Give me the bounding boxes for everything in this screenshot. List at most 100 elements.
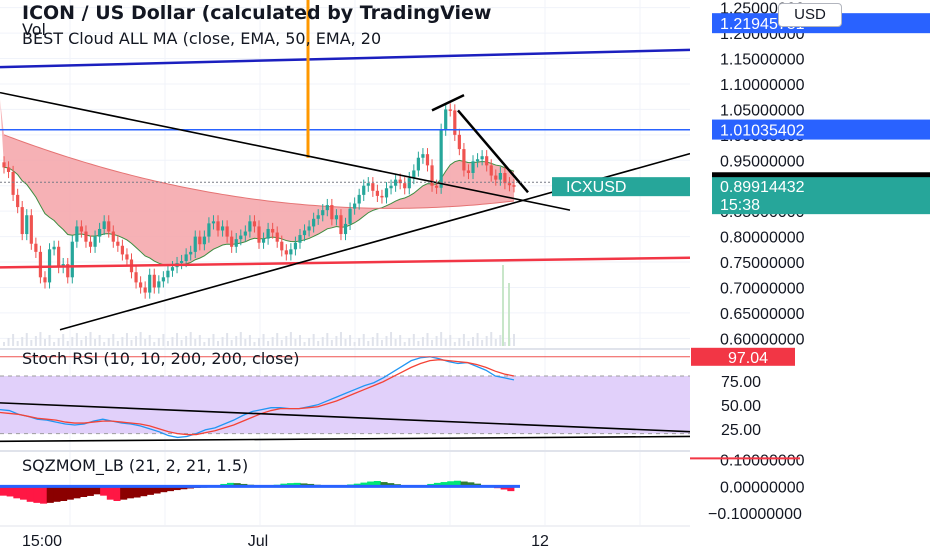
candle	[248, 221, 251, 231]
volume-bar	[499, 335, 501, 346]
volume-bar	[144, 339, 146, 346]
volume-bar	[281, 340, 283, 346]
candle	[449, 109, 452, 111]
candle	[125, 254, 128, 259]
y-tick-label: 0.65000000	[720, 306, 805, 323]
volume-bar	[140, 332, 142, 346]
volume-bar	[85, 336, 87, 346]
candle	[89, 242, 92, 247]
volume-bar	[304, 342, 306, 346]
volume-bar	[253, 342, 255, 346]
candle	[440, 130, 443, 188]
momentum-bar	[27, 486, 34, 501]
candle	[271, 229, 274, 233]
volume-bar	[308, 338, 310, 346]
volume-bar	[490, 332, 492, 346]
volume-bar	[458, 338, 460, 346]
volume-bar	[185, 336, 187, 346]
volume-bar	[62, 334, 64, 346]
candle	[267, 229, 270, 239]
chart-stage[interactable]: 1.250000001.200000001.150000001.10000000…	[0, 0, 932, 550]
volume-bar	[502, 265, 504, 346]
volume-bar	[222, 337, 224, 346]
momentum-bar	[13, 486, 20, 498]
volume-bar	[80, 340, 82, 346]
momentum-bar	[60, 486, 67, 501]
volume-bar	[231, 340, 233, 346]
volume-bar	[244, 339, 246, 346]
y-tick-label: 1.10000000	[720, 77, 805, 94]
momentum-bar	[20, 486, 27, 499]
candle	[139, 282, 142, 287]
candle	[71, 242, 74, 278]
candle	[93, 237, 96, 247]
rsi-tick-label: 50.00	[721, 398, 761, 415]
y-tick-label: 0.70000000	[720, 280, 805, 297]
volume-bar	[76, 333, 78, 346]
momentum-bar	[40, 486, 47, 503]
volume-bar	[17, 341, 19, 346]
volume-bar	[49, 335, 51, 346]
candle	[52, 247, 55, 250]
volume-bar	[39, 332, 41, 346]
volume-bar	[90, 332, 92, 346]
currency-button[interactable]: USD	[778, 3, 842, 27]
candle	[98, 229, 101, 237]
price-pane[interactable]	[0, 0, 690, 346]
stoch-rsi-pane[interactable]	[0, 357, 690, 441]
candle	[157, 281, 160, 287]
volume-bar	[240, 332, 242, 346]
candle	[226, 226, 229, 236]
candle	[476, 159, 479, 161]
candle	[339, 215, 342, 234]
rsi-tick-label: 25.00	[721, 422, 761, 439]
volume-bar	[235, 336, 237, 346]
candle	[239, 236, 242, 240]
volume-bar	[477, 333, 479, 346]
volume-bar	[513, 334, 515, 346]
volume-bar	[349, 335, 351, 346]
volume-bar	[463, 334, 465, 346]
volume-bar	[313, 334, 315, 346]
volume-bar	[176, 333, 178, 346]
momentum-bar	[7, 486, 14, 496]
volume-bar	[53, 342, 55, 346]
time-axis[interactable]: 15:00Jul12	[0, 526, 690, 550]
candle	[371, 183, 374, 191]
candle	[335, 215, 338, 219]
candle	[57, 247, 60, 267]
momentum-bar	[80, 486, 87, 497]
candle	[212, 221, 215, 223]
candle	[307, 226, 310, 230]
candle	[499, 173, 502, 180]
volume-bar	[30, 340, 32, 346]
candle	[121, 246, 124, 255]
candle	[321, 210, 324, 215]
volume-bar	[167, 341, 169, 346]
volume-bar	[171, 337, 173, 346]
price-badge-text: 1.01035402	[720, 123, 805, 140]
volume-bar	[149, 335, 151, 346]
volume-bar	[263, 334, 265, 346]
momentum-bar	[73, 486, 80, 498]
candle	[285, 250, 288, 254]
volume-bar	[376, 333, 378, 346]
stoch-rsi-label: Stoch RSI (10, 10, 200, 200, close)	[22, 349, 300, 368]
y-tick-label: 0.60000000	[720, 331, 805, 348]
candle	[185, 254, 188, 261]
candle	[148, 275, 151, 293]
volume-bar	[395, 339, 397, 346]
candle	[194, 237, 197, 252]
momentum-bar	[127, 486, 134, 498]
volume-bar	[354, 342, 356, 346]
candle	[116, 242, 119, 246]
momentum-bar	[113, 486, 120, 501]
volume-bar	[99, 335, 101, 346]
volume-bar	[335, 336, 337, 346]
volume-bar	[203, 342, 205, 346]
candle	[326, 205, 329, 210]
volume-bar	[322, 337, 324, 346]
sqz-tick-label: −0.10000000	[708, 506, 802, 523]
volume-bar	[426, 333, 428, 346]
candle	[317, 215, 320, 219]
